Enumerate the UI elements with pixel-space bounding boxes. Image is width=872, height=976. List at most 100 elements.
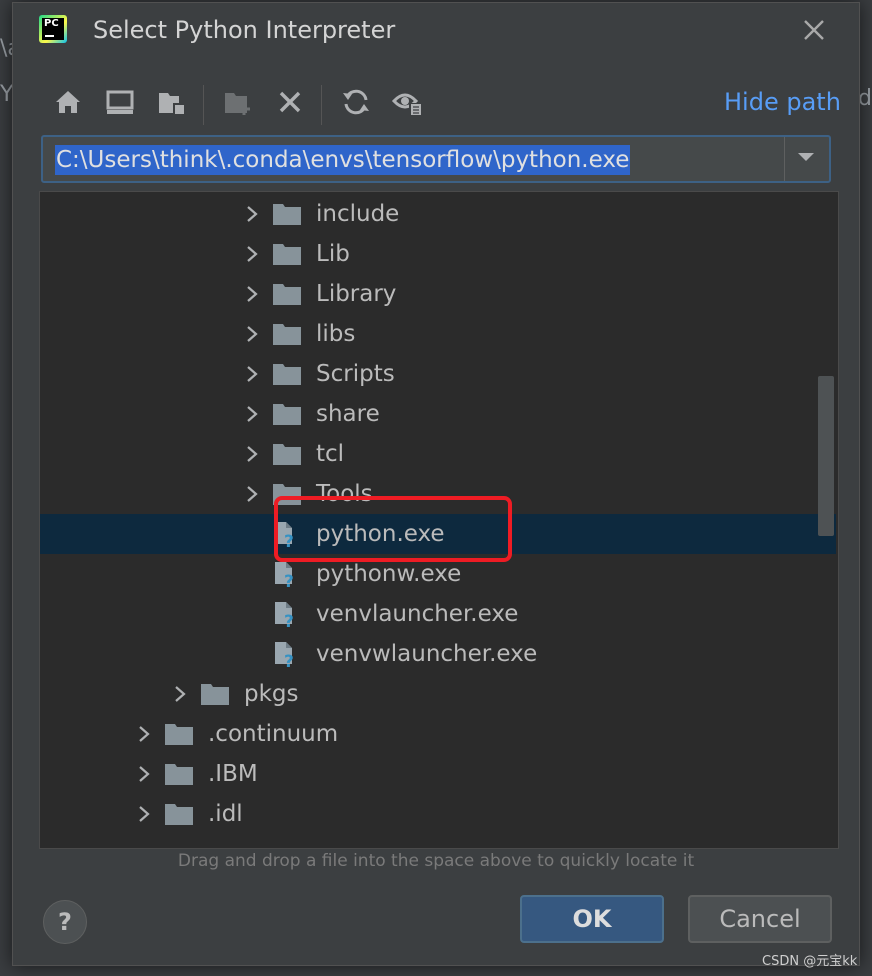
chevron-right-icon[interactable] [242, 444, 262, 464]
tree-item-label: Lib [316, 241, 350, 267]
tree-folder-row[interactable]: .IBM [40, 754, 836, 794]
home-icon [56, 91, 80, 113]
tree-item-label: Library [316, 281, 397, 307]
tree-item-label: .continuum [208, 721, 339, 747]
tree-item-label: .IBM [208, 761, 258, 787]
unknown-file-icon: ? [272, 561, 302, 592]
tree-item-label: venvwlauncher.exe [316, 641, 538, 667]
unknown-file-icon: ? [272, 521, 302, 552]
hide-path-link[interactable]: Hide path [724, 87, 841, 117]
folder-icon [272, 241, 302, 267]
tree-scrollbar[interactable] [818, 376, 834, 536]
project-folder-button[interactable] [155, 85, 189, 119]
chevron-right-icon[interactable] [242, 404, 262, 424]
chevron-right-icon[interactable] [134, 804, 154, 824]
tree-item-label: Tools [316, 481, 373, 507]
tree-file-row[interactable]: ? pythonw.exe [40, 554, 836, 594]
tree-file-row[interactable]: ? venvwlauncher.exe [40, 634, 836, 674]
project-folder-icon [159, 93, 185, 115]
dialog-title: Select Python Interpreter [93, 16, 396, 44]
folder-icon [164, 801, 194, 827]
refresh-button[interactable] [339, 85, 373, 119]
svg-text:?: ? [284, 572, 294, 587]
pycharm-logo-icon: PC [39, 15, 67, 43]
chevron-right-icon[interactable] [134, 764, 154, 784]
tree-item-label: Scripts [316, 361, 395, 387]
tree-item-label: include [316, 201, 400, 227]
unknown-file-icon: ? [272, 601, 302, 632]
tree-file-row[interactable]: ? venvlauncher.exe [40, 594, 836, 634]
tree-file-row[interactable]: ? python.exe [40, 514, 836, 554]
tree-item-label: tcl [316, 441, 345, 467]
tree-item-label: pkgs [244, 681, 299, 707]
tree-folder-row[interactable]: pkgs [40, 674, 836, 714]
folder-icon [272, 441, 302, 467]
help-button[interactable]: ? [43, 900, 87, 944]
tree-folder-row[interactable]: tcl [40, 434, 836, 474]
unknown-file-icon: ? [272, 641, 302, 672]
tree-item-label: venvlauncher.exe [316, 601, 519, 627]
folder-icon [272, 401, 302, 427]
tree-folder-row[interactable]: Scripts [40, 354, 836, 394]
cancel-button[interactable]: Cancel [688, 895, 832, 943]
tree-item-label: pythonw.exe [316, 561, 462, 587]
folder-icon [164, 721, 194, 747]
folder-icon [164, 761, 194, 787]
path-dropdown-button[interactable] [784, 137, 829, 181]
delete-icon [279, 91, 301, 113]
tree-folder-row[interactable]: Tools [40, 474, 836, 514]
ok-button[interactable]: OK [520, 895, 664, 943]
tree-folder-row[interactable]: .continuum [40, 714, 836, 754]
chevron-right-icon[interactable] [242, 324, 262, 344]
select-interpreter-dialog: PC Select Python Interpreter Hide path C… [12, 2, 860, 966]
desktop-icon [106, 90, 134, 114]
folder-icon [200, 681, 230, 707]
chevron-right-icon[interactable] [242, 364, 262, 384]
svg-text:?: ? [284, 652, 294, 667]
new-folder-button[interactable] [221, 85, 255, 119]
toolbar-separator [321, 85, 322, 125]
close-button[interactable] [799, 15, 829, 45]
folder-icon [272, 361, 302, 387]
tree-item-label: share [316, 401, 380, 427]
svg-text:?: ? [284, 532, 294, 547]
new-folder-icon [225, 93, 250, 115]
path-combobox[interactable]: C:\Users\think\.conda\envs\tensorflow\py… [41, 135, 831, 183]
svg-text:?: ? [284, 612, 294, 627]
folder-icon [272, 481, 302, 507]
file-tree[interactable]: include Lib Library libs Scripts share tcl Tool… [39, 191, 839, 849]
close-icon [804, 20, 824, 40]
path-input[interactable]: C:\Users\think\.conda\envs\tensorflow\py… [55, 145, 631, 175]
show-hidden-icon [391, 93, 423, 116]
folder-icon [272, 321, 302, 347]
tree-item-label: libs [316, 321, 356, 347]
folder-icon [272, 201, 302, 227]
delete-button[interactable] [273, 85, 307, 119]
chevron-right-icon[interactable] [242, 244, 262, 264]
tree-folder-row[interactable]: Lib [40, 234, 836, 274]
chevron-right-icon[interactable] [170, 684, 190, 704]
toolbar-separator [203, 85, 204, 125]
dialog-titlebar[interactable]: PC Select Python Interpreter [13, 3, 859, 59]
refresh-icon [343, 89, 369, 115]
chevron-right-icon[interactable] [242, 204, 262, 224]
chevron-right-icon[interactable] [134, 724, 154, 744]
tree-folder-row[interactable]: share [40, 394, 836, 434]
tree-item-label: python.exe [316, 521, 445, 547]
desktop-button[interactable] [103, 85, 137, 119]
chevron-down-icon [798, 153, 814, 161]
folder-icon [272, 281, 302, 307]
tree-folder-row[interactable]: .idl [40, 794, 836, 834]
show-hidden-button[interactable] [391, 85, 425, 119]
tree-folder-row[interactable]: Library [40, 274, 836, 314]
tree-folder-row[interactable]: include [40, 194, 836, 234]
watermark: CSDN @元宝kk [762, 954, 858, 969]
background-text-fragment: d [858, 86, 872, 111]
chevron-right-icon[interactable] [242, 484, 262, 504]
logo-text: PC [42, 18, 64, 40]
chevron-right-icon[interactable] [242, 284, 262, 304]
home-button[interactable] [51, 85, 85, 119]
tree-item-label: .idl [208, 801, 243, 827]
tree-folder-row[interactable]: libs [40, 314, 836, 354]
file-chooser-toolbar: Hide path [13, 79, 859, 125]
